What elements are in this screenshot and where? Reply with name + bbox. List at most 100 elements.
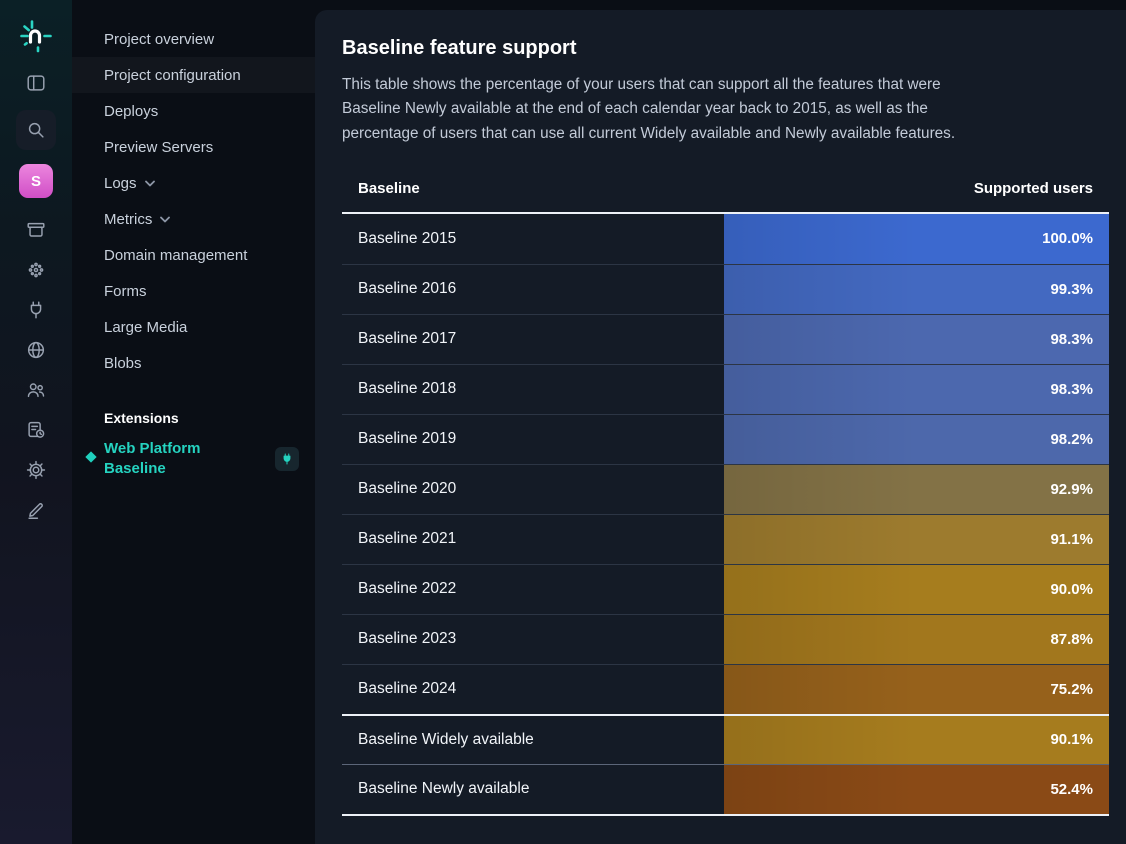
row-value: 92.9% <box>1050 481 1093 498</box>
table-row: Baseline 2016 99.3% <box>342 264 1109 314</box>
sidebar-nav: Project overview Project configuration D… <box>72 21 315 381</box>
plug-icon[interactable] <box>16 290 56 330</box>
row-bar: 91.1% <box>724 515 1109 564</box>
row-bar: 100.0% <box>724 214 1109 264</box>
row-value: 90.0% <box>1050 581 1093 598</box>
row-value: 87.8% <box>1050 631 1093 648</box>
extensions-section-header: Extensions <box>72 407 315 429</box>
row-label: Baseline 2017 <box>342 315 724 364</box>
table-row: Baseline 2018 98.3% <box>342 364 1109 414</box>
row-bar: 92.9% <box>724 465 1109 514</box>
main-panel: Baseline feature support This table show… <box>315 10 1126 844</box>
sidebar-item[interactable]: Project overview <box>72 21 315 57</box>
sidebar-item-label: Deploys <box>104 103 158 120</box>
diamond-bullet-icon <box>85 451 96 462</box>
table-row: Baseline 2022 90.0% <box>342 564 1109 614</box>
row-bar: 52.4% <box>724 765 1109 814</box>
row-value: 91.1% <box>1050 531 1093 548</box>
row-value: 52.4% <box>1050 781 1093 798</box>
sidebar-item[interactable]: Forms <box>72 273 315 309</box>
table-row: Baseline Newly available 52.4% <box>342 764 1109 814</box>
row-value: 100.0% <box>1042 230 1093 247</box>
sidebar-item[interactable]: Deploys <box>72 93 315 129</box>
table-row: Baseline 2020 92.9% <box>342 464 1109 514</box>
sidebar-item[interactable]: Metrics <box>72 201 315 237</box>
page-title: Baseline feature support <box>342 36 1109 60</box>
page-description: This table shows the percentage of your … <box>342 73 1109 146</box>
row-bar: 90.1% <box>724 716 1109 764</box>
column-header-baseline: Baseline <box>342 180 724 197</box>
chevron-down-icon <box>160 216 170 223</box>
audit-log-icon[interactable] <box>16 410 56 450</box>
archive-box-icon[interactable] <box>16 210 56 250</box>
plug-icon <box>280 452 294 466</box>
team-icon[interactable] <box>16 370 56 410</box>
row-bar: 75.2% <box>724 665 1109 714</box>
row-value: 98.3% <box>1050 331 1093 348</box>
table-body: Baseline 2015 100.0% Baseline 2016 99.3%… <box>342 214 1109 814</box>
globe-icon[interactable] <box>16 330 56 370</box>
search-icon[interactable] <box>16 110 56 150</box>
row-value: 75.2% <box>1050 681 1093 698</box>
table-row: Baseline 2023 87.8% <box>342 614 1109 664</box>
sidebar-item-label: Project overview <box>104 31 214 48</box>
sidebar-item[interactable]: Preview Servers <box>72 129 315 165</box>
row-value: 98.2% <box>1050 431 1093 448</box>
sidebar-item[interactable]: Domain management <box>72 237 315 273</box>
settings-gear-icon[interactable] <box>16 450 56 490</box>
sidebar-item-web-platform-baseline[interactable]: Web Platform Baseline <box>72 439 315 479</box>
sidebar-toggle-icon[interactable] <box>16 63 56 103</box>
table-row: Baseline Widely available 90.1% <box>342 714 1109 764</box>
icon-rail: S <box>0 0 72 844</box>
sidebar-item-label: Preview Servers <box>104 139 213 156</box>
extension-plug-badge[interactable] <box>275 447 299 471</box>
row-bar: 98.2% <box>724 415 1109 464</box>
row-label: Baseline 2019 <box>342 415 724 464</box>
sidebar-item-label: Web Platform Baseline <box>104 439 228 479</box>
row-label: Baseline 2021 <box>342 515 724 564</box>
sparkles-icon[interactable] <box>16 250 56 290</box>
sidebar-item-label: Logs <box>104 175 137 192</box>
sidebar-item-label: Project configuration <box>104 67 241 84</box>
row-label: Baseline 2015 <box>342 214 724 264</box>
description-line: This table shows the percentage of your … <box>342 73 1109 97</box>
sidebar-item-label: Large Media <box>104 319 187 336</box>
row-label: Baseline Newly available <box>342 765 724 814</box>
table-row: Baseline 2021 91.1% <box>342 514 1109 564</box>
sidebar: Project overview Project configuration D… <box>72 0 315 844</box>
row-label: Baseline 2016 <box>342 265 724 314</box>
row-bar: 90.0% <box>724 565 1109 614</box>
table-row: Baseline 2017 98.3% <box>342 314 1109 364</box>
row-label: Baseline 2018 <box>342 365 724 414</box>
row-label: Baseline 2022 <box>342 565 724 614</box>
sidebar-item[interactable]: Logs <box>72 165 315 201</box>
table-header-row: Baseline Supported users <box>342 165 1109 214</box>
row-label: Baseline 2024 <box>342 665 724 714</box>
sidebar-item-label: Forms <box>104 283 147 300</box>
sidebar-item-label: Metrics <box>104 211 152 228</box>
row-value: 98.3% <box>1050 381 1093 398</box>
row-bar: 87.8% <box>724 615 1109 664</box>
table-row: Baseline 2019 98.2% <box>342 414 1109 464</box>
netlify-logo-icon[interactable] <box>14 14 58 58</box>
baseline-support-table: Baseline Supported users Baseline 2015 1… <box>342 165 1109 816</box>
row-label: Baseline Widely available <box>342 716 724 764</box>
row-label: Baseline 2020 <box>342 465 724 514</box>
row-bar: 99.3% <box>724 265 1109 314</box>
description-line: percentage of users that can use all cur… <box>342 122 1109 146</box>
avatar[interactable]: S <box>19 164 53 198</box>
row-value: 99.3% <box>1050 281 1093 298</box>
row-bar: 98.3% <box>724 365 1109 414</box>
chevron-down-icon <box>145 180 155 187</box>
row-bar: 98.3% <box>724 315 1109 364</box>
row-value: 90.1% <box>1050 731 1093 748</box>
sidebar-item[interactable]: Large Media <box>72 309 315 345</box>
column-header-supported-users: Supported users <box>724 180 1109 197</box>
description-line: Baseline Newly available at the end of e… <box>342 97 1109 121</box>
table-row: Baseline 2024 75.2% <box>342 664 1109 714</box>
app-root: { "brand": { "accent_teal": "#25d3c0", "… <box>0 0 1126 844</box>
sidebar-item[interactable]: Project configuration <box>72 57 315 93</box>
sidebar-item[interactable]: Blobs <box>72 345 315 381</box>
edit-pencil-icon[interactable] <box>16 490 56 530</box>
table-row: Baseline 2015 100.0% <box>342 214 1109 264</box>
